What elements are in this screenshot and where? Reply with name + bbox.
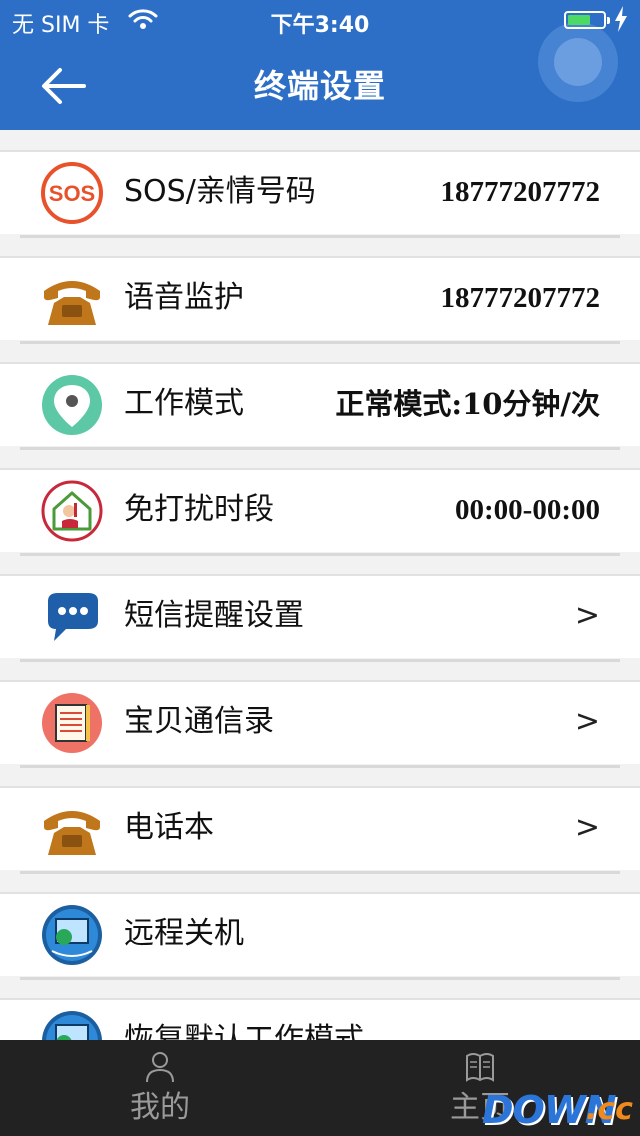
phonebook-label: 电话本 (124, 810, 214, 845)
do-not-disturb-label: 免打扰时段 (124, 492, 274, 527)
page-title: 终端设置 (253, 67, 386, 105)
restore-default-mode-label: 恢复默认工作模式 (124, 1022, 364, 1040)
book-icon (466, 1053, 494, 1082)
telephone-icon (44, 281, 100, 325)
charging-bolt-icon (615, 6, 627, 32)
monitor-globe-icon (42, 905, 102, 965)
list-item-remote-shutdown[interactable]: 远程关机 (0, 892, 640, 980)
remote-shutdown-label: 远程关机 (124, 916, 244, 951)
do-not-disturb-value: 00:00-00:00 (455, 494, 600, 526)
list-item-phonebook[interactable]: 电话本 > (0, 786, 640, 874)
top-bar: 无 SIM 卡 下午3:40 终端设置 (0, 0, 640, 130)
tab-mine[interactable]: 我的 (0, 1040, 320, 1136)
location-pin-icon (42, 375, 102, 435)
list-item-restore-default-mode[interactable]: 恢复默认工作模式 (0, 998, 640, 1040)
settings-list: SOS SOS/亲情号码 18777207772 语音监护 1877720777… (0, 130, 640, 1040)
list-item-do-not-disturb[interactable]: 免打扰时段 00:00-00:00 (0, 468, 640, 556)
tab-mine-label: 我的 (130, 1090, 190, 1125)
chat-bubble-icon (48, 593, 98, 641)
work-mode-label: 工作模式 (124, 386, 244, 421)
telephone-icon (44, 811, 100, 855)
sos-icon: SOS (41, 162, 103, 224)
clock: 下午3:40 (270, 13, 370, 38)
voice-monitor-value: 18777207772 (440, 282, 601, 314)
list-item-work-mode[interactable]: 工作模式 正常模式:10分钟/次 (0, 362, 640, 450)
chevron-right-icon: > (574, 704, 600, 739)
chevron-right-icon: > (574, 810, 600, 845)
chevron-right-icon: > (574, 598, 600, 633)
sos-label: SOS/亲情号码 (124, 174, 316, 209)
work-mode-value: 正常模式:10分钟/次 (335, 387, 600, 421)
voice-monitor-label: 语音监护 (124, 280, 244, 315)
sms-reminder-label: 短信提醒设置 (124, 598, 304, 633)
status-bar: 无 SIM 卡 下午3:40 (0, 0, 640, 40)
list-item-contacts[interactable]: 宝贝通信录 > (0, 680, 640, 768)
list-item-voice-monitor[interactable]: 语音监护 18777207772 (0, 256, 640, 344)
list-item-sms-reminder[interactable]: 短信提醒设置 > (0, 574, 640, 662)
battery-icon (564, 11, 610, 29)
do-not-disturb-house-icon (41, 480, 103, 542)
sos-value: 18777207772 (440, 176, 601, 208)
list-item-sos-number[interactable]: SOS SOS/亲情号码 18777207772 (0, 150, 640, 238)
person-icon (146, 1052, 174, 1083)
notebook-icon (42, 693, 102, 753)
monitor-globe-icon (42, 1011, 102, 1040)
contacts-label: 宝贝通信录 (124, 704, 274, 739)
watermark-logo: DOWN .cc (482, 1088, 633, 1132)
svg-text:SOS: SOS (49, 181, 95, 206)
